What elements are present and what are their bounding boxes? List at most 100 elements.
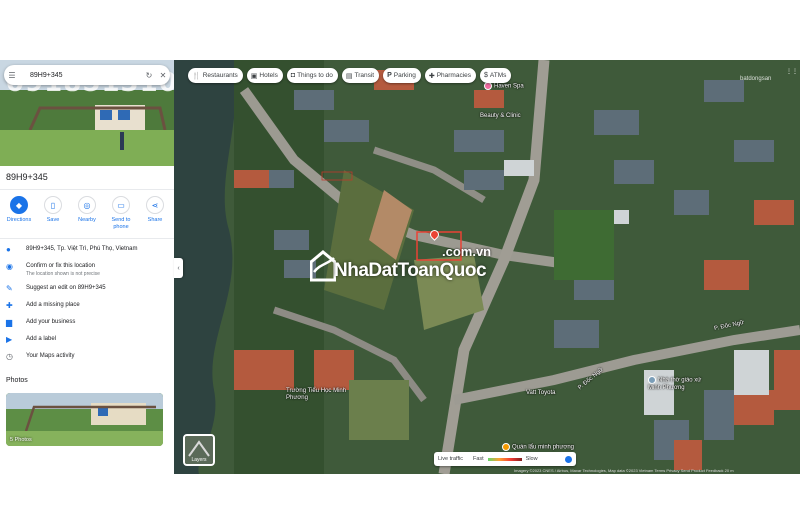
chip-atms[interactable]: $ ATMs <box>480 68 512 83</box>
church-icon <box>648 376 656 384</box>
action-label: Send to phone <box>111 217 131 230</box>
restaurant-icon <box>502 443 510 451</box>
pin-icon: ● <box>6 245 11 254</box>
photos-heading: Photos <box>6 377 28 384</box>
poi-vatt[interactable]: Vatt Toyota <box>526 390 555 397</box>
traffic-gradient-bar <box>487 457 522 461</box>
chip-label: Hotels <box>259 72 278 79</box>
bookmark-icon: ▯ <box>44 196 62 214</box>
poi-church[interactable]: Nhà thờ giáo xứ Minh Phương <box>648 376 708 392</box>
place-hero-photo[interactable]: 0918513107 ☰ 89H9+345 ↻ ✕ <box>0 60 174 166</box>
action-row: ◆ Directions ▯ Save ◎ Nearby ▭ Send to p… <box>0 196 174 231</box>
poi-school[interactable]: Trường Tiểu Học Minh Phương <box>286 388 350 402</box>
confirm-subtitle: The location shown is not precise <box>26 271 100 277</box>
nearby-button[interactable]: ◎ Nearby <box>72 196 102 231</box>
live-traffic-legend[interactable]: Live traffic Fast Slow <box>434 452 576 466</box>
chip-label: Restaurants <box>202 72 238 79</box>
maps-activity-row[interactable]: ◷ Your Maps activity <box>0 349 174 366</box>
chip-transit[interactable]: ▤ Transit <box>341 68 380 83</box>
address-row[interactable]: ● 89H9+345, Tp. Việt Trì, Phú Thọ, Vietn… <box>0 242 174 259</box>
chevron-left-icon: ‹ <box>177 264 180 272</box>
hotel-icon: ▣ <box>250 72 258 80</box>
directions-icon: ◆ <box>10 196 28 214</box>
site-watermark: batdongsan <box>740 76 772 82</box>
apps-icon[interactable]: ⋮⋮ <box>786 68 798 75</box>
chip-pharmacies[interactable]: ✚ Pharmacies <box>424 68 477 83</box>
action-label: Share <box>147 217 163 223</box>
transit-icon: ▤ <box>345 72 353 80</box>
atm-icon: $ <box>484 72 488 79</box>
place-title: 89H9+345 <box>6 172 48 182</box>
place-panel: 0918513107 ☰ 89H9+345 ↻ ✕ 89H9+345 ◆ Dir… <box>0 60 174 474</box>
divider <box>0 189 174 190</box>
address-text: 89H9+345, Tp. Việt Trì, Phú Thọ, Vietnam <box>26 246 138 252</box>
chip-things-to-do[interactable]: ◘ Things to do <box>286 68 338 83</box>
chip-hotels[interactable]: ▣ Hotels <box>246 68 283 83</box>
action-label: Directions <box>6 217 32 223</box>
menu-icon[interactable]: ☰ <box>4 71 20 80</box>
save-button[interactable]: ▯ Save <box>38 196 68 231</box>
layers-label: Layers <box>191 457 207 463</box>
directions-button[interactable]: ◆ Directions <box>4 196 34 231</box>
parking-icon: P <box>387 72 392 79</box>
chip-label: Things to do <box>297 72 333 79</box>
poi-label: Trường Tiểu Học Minh Phương <box>286 388 347 401</box>
poi-label: Haven Spa <box>494 83 524 90</box>
chip-label: Parking <box>393 72 416 79</box>
confirm-location-text: Confirm or fix this location The locatio… <box>20 262 168 278</box>
search-box[interactable]: ☰ 89H9+345 ↻ ✕ <box>4 65 170 85</box>
edit-icon: ✎ <box>6 284 13 293</box>
traffic-label: Live traffic <box>438 456 463 462</box>
poi-label: Vatt Toyota <box>526 390 556 396</box>
phone-icon: ▭ <box>112 196 130 214</box>
photo-count: 5 Photos <box>10 437 32 443</box>
share-icon: ⋖ <box>146 196 164 214</box>
location-check-icon: ◉ <box>6 262 13 271</box>
search-input[interactable]: 89H9+345 <box>20 72 142 79</box>
maps-app: Haven Spa Beauty & Clinic Trường Tiểu Họ… <box>0 60 800 474</box>
chip-parking[interactable]: P Parking <box>383 68 421 83</box>
satellite-imagery <box>174 60 800 474</box>
satellite-map[interactable]: Haven Spa Beauty & Clinic Trường Tiểu Họ… <box>174 60 800 474</box>
category-chips: 🍴 Restaurants ▣ Hotels ◘ Things to do ▤ Tran… <box>188 68 512 84</box>
history-icon: ◷ <box>6 352 13 361</box>
business-icon: ▆ <box>6 318 13 327</box>
add-missing-place-text: Add a missing place <box>26 302 80 308</box>
traffic-toggle-icon[interactable] <box>565 455 572 463</box>
close-icon[interactable]: ✕ <box>156 71 170 80</box>
chip-restaurants[interactable]: 🍴 Restaurants <box>188 68 243 83</box>
share-button[interactable]: ⋖ Share <box>140 196 170 231</box>
refresh-icon[interactable]: ↻ <box>142 71 156 80</box>
add-label-text: Add a label <box>26 336 57 342</box>
photo-thumbnail[interactable]: 5 Photos <box>6 393 163 446</box>
confirm-location-row[interactable]: ◉ Confirm or fix this location The locat… <box>0 259 174 281</box>
nearby-icon: ◎ <box>78 196 96 214</box>
poi-quan[interactable]: Quán lẩu minh phương <box>502 443 574 452</box>
add-business-row[interactable]: ▆ Add your business <box>0 315 174 332</box>
suggest-edit-row[interactable]: ✎ Suggest an edit on 89H9+345 <box>0 281 174 298</box>
divider <box>0 238 174 239</box>
pharmacy-icon: ✚ <box>428 72 435 80</box>
camera-icon: ◘ <box>290 72 296 79</box>
maps-activity-text: Your Maps activity <box>26 353 75 359</box>
action-label: Save <box>46 217 60 223</box>
action-label: Nearby <box>78 217 96 223</box>
label-icon: ▶ <box>6 335 13 344</box>
add-missing-place-row[interactable]: ✚ Add a missing place <box>0 298 174 315</box>
traffic-fast-label: Fast <box>472 456 484 462</box>
restaurant-icon: 🍴 <box>192 72 201 80</box>
traffic-slow-label: Slow <box>525 456 538 462</box>
poi-label: Beauty & Clinic <box>480 113 521 119</box>
chip-label: ATMs <box>489 72 507 79</box>
poi-label: Quán lẩu minh phương <box>512 444 574 451</box>
poi-beauty[interactable]: Beauty & Clinic <box>480 113 530 120</box>
add-business-text: Add your business <box>26 319 76 325</box>
suggest-edit-text: Suggest an edit on 89H9+345 <box>26 285 106 291</box>
collapse-panel-button[interactable]: ‹ <box>174 258 183 278</box>
info-list: ● 89H9+345, Tp. Việt Trì, Phú Thọ, Vietn… <box>0 242 174 366</box>
send-to-phone-button[interactable]: ▭ Send to phone <box>106 196 136 231</box>
layers-button[interactable]: Layers <box>183 434 215 466</box>
chip-label: Transit <box>354 72 375 79</box>
add-label-row[interactable]: ▶ Add a label <box>0 332 174 349</box>
chip-label: Pharmacies <box>436 72 472 79</box>
